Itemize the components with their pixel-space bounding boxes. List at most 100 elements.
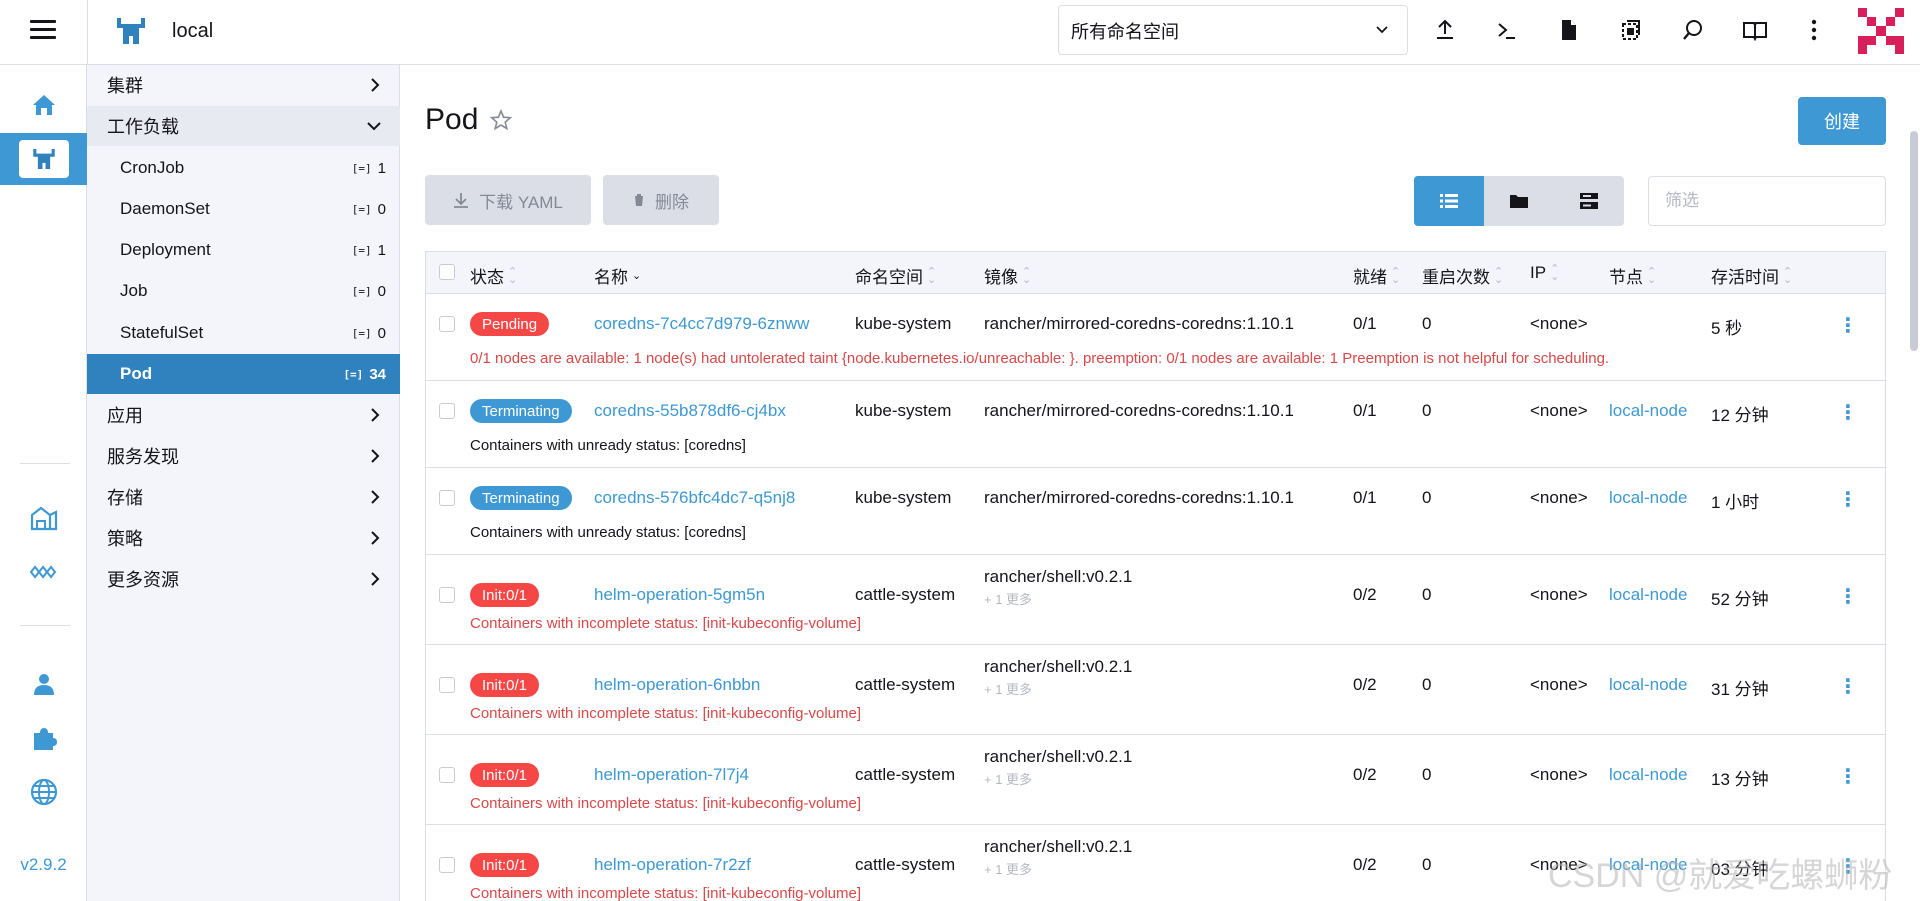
row-actions-kebab-icon[interactable]: ⋮ bbox=[1838, 584, 1858, 608]
row-actions-kebab-icon[interactable]: ⋮ bbox=[1838, 764, 1858, 788]
version-label[interactable]: v2.9.2 bbox=[0, 855, 87, 875]
nav-item-statefulset[interactable]: StatefulSet [=] 0 bbox=[87, 313, 400, 353]
filter-input[interactable] bbox=[1648, 176, 1886, 226]
nav-group-service-discovery[interactable]: 服务发现 bbox=[87, 436, 400, 476]
node-link[interactable]: local-node bbox=[1609, 675, 1687, 695]
nav-item-pod[interactable]: Pod [=] 34 bbox=[87, 354, 400, 394]
node-link[interactable]: local-node bbox=[1609, 585, 1687, 605]
image-more-link[interactable]: + 1 更多 bbox=[984, 679, 1032, 698]
header-ip[interactable]: IP ⌃ ⌄ bbox=[1530, 263, 1559, 283]
download-icon bbox=[454, 193, 469, 208]
nav-item-label: Deployment bbox=[120, 240, 211, 259]
nav-item-count: [=] 34 bbox=[343, 366, 386, 383]
ready-cell: 0/1 bbox=[1353, 314, 1377, 333]
upload-icon[interactable] bbox=[1431, 16, 1459, 44]
row-actions-kebab-icon[interactable]: ⋮ bbox=[1838, 313, 1858, 337]
row-checkbox[interactable] bbox=[439, 677, 455, 693]
pod-name-link[interactable]: coredns-55b878df6-cj4bx bbox=[594, 401, 786, 421]
download-yaml-button[interactable]: 下载 YAML bbox=[425, 175, 591, 225]
users-icon[interactable] bbox=[0, 659, 87, 709]
nav-item-job[interactable]: Job [=] 0 bbox=[87, 271, 400, 311]
kubectl-shell-icon[interactable] bbox=[1493, 16, 1521, 44]
globe-icon[interactable] bbox=[0, 767, 87, 817]
nav-group-storage[interactable]: 存储 bbox=[87, 477, 400, 517]
row-actions-kebab-icon[interactable]: ⋮ bbox=[1838, 674, 1858, 698]
row-checkbox[interactable] bbox=[439, 767, 455, 783]
row-actions-kebab-icon[interactable]: ⋮ bbox=[1838, 400, 1858, 424]
nav-group-more-resources[interactable]: 更多资源 bbox=[87, 559, 400, 599]
image-cell: rancher/shell:v0.2.1 bbox=[984, 657, 1133, 676]
extensions-puzzle-icon[interactable] bbox=[0, 713, 87, 763]
pod-name-link[interactable]: helm-operation-6nbbn bbox=[594, 675, 760, 695]
scrollbar[interactable] bbox=[1910, 131, 1918, 351]
row-checkbox[interactable] bbox=[439, 857, 455, 873]
image-more-link[interactable]: + 1 更多 bbox=[984, 859, 1032, 878]
fleet-icon[interactable] bbox=[0, 493, 87, 543]
copy-kubeconfig-icon[interactable] bbox=[1617, 16, 1645, 44]
header-name[interactable]: 名称 ⌄ bbox=[594, 263, 641, 288]
user-avatar[interactable] bbox=[1858, 8, 1904, 54]
image-more-link[interactable]: + 1 更多 bbox=[984, 589, 1032, 608]
cluster-name[interactable]: local bbox=[172, 20, 213, 43]
row-checkbox[interactable] bbox=[439, 587, 455, 603]
pod-name-link[interactable]: helm-operation-5gm5n bbox=[594, 585, 765, 605]
namespace-select[interactable]: 所有命名空间 bbox=[1058, 5, 1408, 55]
table-row[interactable]: Terminating coredns-576bfc4dc7-q5nj8 kube-… bbox=[426, 468, 1885, 555]
pod-name-link[interactable]: coredns-7c4cc7d979-6znww bbox=[594, 314, 809, 334]
search-icon[interactable] bbox=[1679, 16, 1707, 44]
list-view-icon[interactable] bbox=[1414, 176, 1484, 226]
pod-name-link[interactable]: coredns-576bfc4dc7-q5nj8 bbox=[594, 488, 795, 508]
table-row[interactable]: Init:0/1 helm-operation-7l7j4 cattle-syste… bbox=[426, 735, 1885, 825]
nav-group-apps[interactable]: 应用 bbox=[87, 395, 400, 435]
pod-name-link[interactable]: helm-operation-7l7j4 bbox=[594, 765, 749, 785]
select-all-checkbox[interactable] bbox=[439, 264, 455, 280]
nav-item-cronjob[interactable]: CronJob [=] 1 bbox=[87, 148, 400, 188]
nav-group-policy[interactable]: 策略 bbox=[87, 518, 400, 558]
node-link[interactable]: local-node bbox=[1609, 765, 1687, 785]
more-vertical-icon[interactable] bbox=[1800, 16, 1828, 44]
pod-name-link[interactable]: helm-operation-7r2zf bbox=[594, 855, 751, 875]
row-checkbox[interactable] bbox=[439, 403, 455, 419]
group-view-icon[interactable] bbox=[1554, 176, 1624, 226]
table-row[interactable]: Init:0/1 helm-operation-6nbbn cattle-syste… bbox=[426, 645, 1885, 735]
count-value: 0 bbox=[377, 324, 386, 342]
cluster-local-icon[interactable] bbox=[0, 133, 87, 185]
trash-icon bbox=[634, 194, 644, 206]
row-checkbox[interactable] bbox=[439, 316, 455, 332]
virtualization-icon[interactable] bbox=[0, 547, 87, 597]
table-row[interactable]: Pending coredns-7c4cc7d979-6znww kube-syst… bbox=[426, 294, 1885, 381]
header-namespace[interactable]: 命名空间 ⌃ ⌄ bbox=[855, 263, 936, 288]
table-row[interactable]: Terminating coredns-55b878df6-cj4bx kube-s… bbox=[426, 381, 1885, 468]
book-icon[interactable] bbox=[1741, 16, 1769, 44]
header-ready[interactable]: 就绪 ⌃ ⌄ bbox=[1353, 263, 1400, 288]
row-checkbox[interactable] bbox=[439, 490, 455, 506]
status-badge: Init:0/1 bbox=[470, 583, 540, 607]
home-icon[interactable] bbox=[0, 80, 87, 130]
header-image[interactable]: 镜像 ⌃ ⌄ bbox=[984, 263, 1031, 288]
row-actions-kebab-icon[interactable]: ⋮ bbox=[1838, 487, 1858, 511]
restarts-cell: 0 bbox=[1422, 675, 1432, 694]
nav-group-workload[interactable]: 工作负载 bbox=[87, 106, 400, 146]
table-body: Pending coredns-7c4cc7d979-6znww kube-syst… bbox=[426, 294, 1885, 901]
nav-item-daemonset[interactable]: DaemonSet [=] 0 bbox=[87, 189, 400, 229]
create-button[interactable]: 创建 bbox=[1798, 97, 1886, 145]
hamburger-menu-icon[interactable] bbox=[30, 20, 56, 42]
nav-item-deployment[interactable]: Deployment [=] 1 bbox=[87, 230, 400, 270]
file-icon[interactable] bbox=[1555, 16, 1583, 44]
header-node[interactable]: 节点 ⌃ ⌄ bbox=[1609, 263, 1656, 288]
table-row[interactable]: Init:0/1 helm-operation-5gm5n cattle-syste… bbox=[426, 555, 1885, 645]
node-link[interactable]: local-node bbox=[1609, 401, 1687, 421]
node-link[interactable]: local-node bbox=[1609, 488, 1687, 508]
count-value: 0 bbox=[377, 200, 386, 218]
header-state[interactable]: 状态 ⌃ ⌄ bbox=[470, 263, 517, 288]
nav-group-label: 服务发现 bbox=[107, 447, 179, 467]
header-label: 镜像 bbox=[984, 268, 1018, 287]
nav-group-cluster[interactable]: 集群 bbox=[87, 65, 400, 105]
header-restarts[interactable]: 重启次数 ⌃ ⌄ bbox=[1422, 263, 1503, 288]
namespace-cell: kube-system bbox=[855, 401, 952, 420]
folder-view-icon[interactable] bbox=[1484, 176, 1554, 226]
delete-button[interactable]: 删除 bbox=[603, 175, 719, 225]
image-more-link[interactable]: + 1 更多 bbox=[984, 769, 1032, 788]
favorite-star-icon[interactable] bbox=[490, 109, 513, 131]
header-age[interactable]: 存活时间 ⌃ ⌄ bbox=[1711, 263, 1792, 288]
